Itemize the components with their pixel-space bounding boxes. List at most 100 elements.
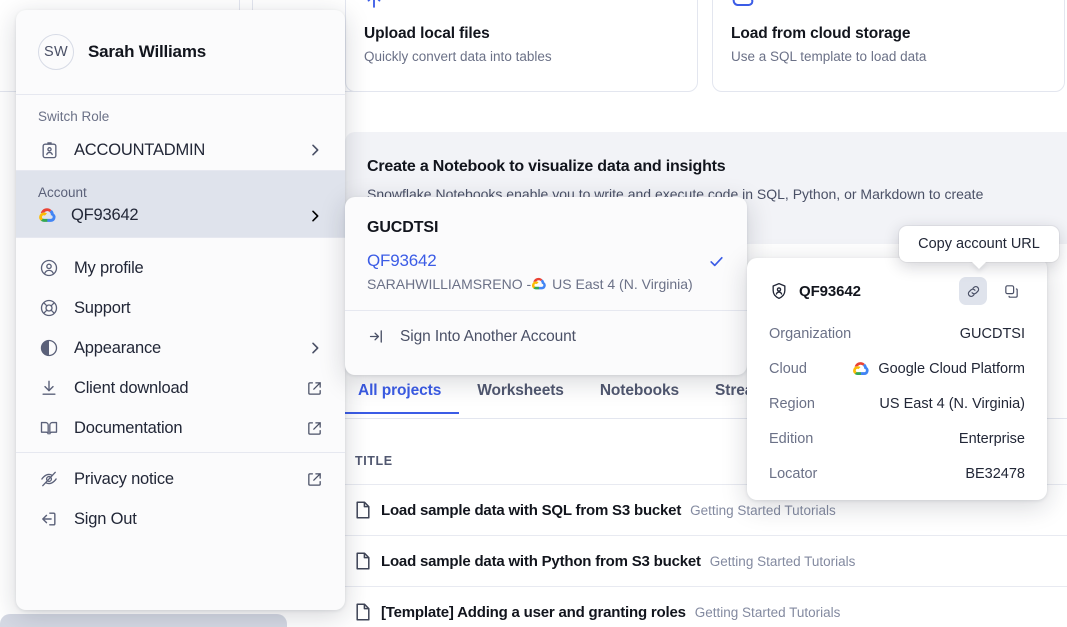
- upload-arrow-icon: [364, 0, 679, 11]
- account-detail-row-cloud: Cloud Google Cloud Platform: [769, 351, 1025, 386]
- detail-key: Organization: [769, 325, 852, 342]
- life-buoy-icon: [38, 297, 60, 319]
- detail-value-wrap: Google Cloud Platform: [852, 360, 1025, 378]
- switch-role-section: Switch Role ACCOUNTADMIN: [16, 95, 345, 170]
- menu-item-label: Client download: [74, 378, 189, 397]
- detail-key: Region: [769, 395, 815, 412]
- detail-value: GUCDTSI: [959, 325, 1025, 342]
- tab-all-projects[interactable]: All projects: [340, 382, 460, 414]
- menu-item-label: Support: [74, 298, 131, 317]
- account-details-header: QF93642: [769, 276, 1025, 306]
- account-submenu-item[interactable]: QF93642 SARAHWILLIAMSRENO - US East 4 (N…: [345, 237, 747, 310]
- user-dropdown-menu: SW Sarah Williams Switch Role ACCOUNTADM…: [16, 10, 345, 610]
- table-row[interactable]: [Template] Adding a user and granting ro…: [345, 586, 1067, 627]
- account-row: QF93642: [16, 202, 345, 225]
- menu-item-support[interactable]: Support: [16, 288, 345, 328]
- account-submenu-account-name: QF93642: [367, 251, 437, 270]
- account-label: Account: [38, 185, 87, 200]
- sign-in-icon: [367, 327, 386, 346]
- column-header-title: TITLE: [355, 454, 393, 468]
- eye-off-icon: [38, 468, 60, 490]
- menu-group-primary: My profile Support Appearance Client dow…: [16, 238, 345, 452]
- detail-key: Edition: [769, 430, 814, 447]
- detail-key: Cloud: [769, 360, 807, 377]
- table-row[interactable]: Load sample data with Python from S3 buc…: [345, 535, 1067, 586]
- external-link-icon: [306, 380, 323, 397]
- menu-item-label: Privacy notice: [74, 469, 174, 488]
- avatar: SW: [38, 34, 74, 70]
- quick-action-card-upload[interactable]: Upload local files Quickly convert data …: [345, 0, 698, 92]
- document-icon: [355, 552, 381, 570]
- chevron-right-icon: [307, 208, 323, 224]
- menu-item-sign-out[interactable]: Sign Out: [16, 499, 345, 539]
- sign-out-icon: [38, 508, 60, 530]
- quick-action-subtitle: Use a SQL template to load data: [731, 49, 927, 64]
- account-detail-row-region: Region US East 4 (N. Virginia): [769, 386, 1025, 421]
- tooltip-copy-account-url: Copy account URL: [899, 226, 1059, 262]
- document-icon: [355, 501, 381, 519]
- account-detail-row-organization: Organization GUCDTSI: [769, 316, 1025, 351]
- bottom-panel-chip: [0, 614, 287, 627]
- document-icon: [355, 603, 381, 621]
- chevron-right-icon: [307, 142, 323, 158]
- menu-item-my-profile[interactable]: My profile: [16, 248, 345, 288]
- menu-item-label: My profile: [74, 258, 144, 277]
- menu-item-client-download[interactable]: Client download: [16, 368, 345, 408]
- google-cloud-icon: [38, 206, 57, 225]
- row-meta: Getting Started Tutorials: [694, 604, 841, 620]
- account-submenu-sub-region: US East 4 (N. Virginia): [552, 276, 693, 292]
- detail-value: Google Cloud Platform: [878, 360, 1025, 377]
- row-meta: Getting Started Tutorials: [690, 502, 836, 518]
- menu-item-appearance[interactable]: Appearance: [16, 328, 345, 368]
- tab-worksheets[interactable]: Worksheets: [459, 382, 582, 412]
- account-details-card: QF93642 Organization GUCDTSI Cloud Googl…: [747, 258, 1047, 500]
- account-detail-row-locator: Locator BE32478: [769, 456, 1025, 491]
- row-title: Load sample data with Python from S3 buc…: [381, 552, 701, 570]
- account-detail-row-edition: Edition Enterprise: [769, 421, 1025, 456]
- menu-item-label: Sign Out: [74, 509, 137, 528]
- google-cloud-icon: [852, 360, 870, 378]
- book-icon: [38, 417, 60, 439]
- menu-item-account[interactable]: Account QF93642: [16, 171, 345, 237]
- user-name: Sarah Williams: [88, 42, 206, 61]
- cloud-icon: [731, 0, 1046, 11]
- quick-action-title: Upload local files: [364, 25, 490, 42]
- account-submenu-item-top: QF93642: [367, 251, 725, 271]
- google-cloud-icon: [531, 276, 547, 292]
- menu-group-secondary: Privacy notice Sign Out: [16, 453, 345, 549]
- detail-value: Enterprise: [958, 430, 1025, 447]
- contrast-icon: [38, 337, 60, 359]
- account-details-title: QF93642: [799, 282, 861, 300]
- role-badge-icon: [38, 139, 60, 161]
- check-icon: [708, 253, 725, 270]
- account-details-rows: Organization GUCDTSI Cloud Google Cloud …: [769, 316, 1025, 491]
- row-meta: Getting Started Tutorials: [709, 553, 856, 569]
- notebook-banner-title: Create a Notebook to visualize data and …: [367, 158, 726, 175]
- switch-role-label: Switch Role: [38, 109, 110, 124]
- sign-into-another-account-label: Sign Into Another Account: [400, 327, 576, 345]
- tooltip-arrow: [971, 261, 987, 269]
- app-root: Upload local files Quickly convert data …: [0, 0, 1067, 627]
- quick-action-subtitle: Quickly convert data into tables: [364, 49, 552, 64]
- download-icon: [38, 377, 60, 399]
- menu-item-label: Documentation: [74, 418, 183, 437]
- menu-item-documentation[interactable]: Documentation: [16, 408, 345, 448]
- detail-value: BE32478: [965, 465, 1025, 482]
- account-submenu: GUCDTSI QF93642 SARAHWILLIAMSRENO - US E…: [345, 197, 747, 375]
- tab-notebooks[interactable]: Notebooks: [582, 382, 697, 412]
- copy-link-icon[interactable]: [959, 277, 987, 305]
- quick-action-card-cloud[interactable]: Load from cloud storage Use a SQL templa…: [712, 0, 1065, 92]
- account-submenu-account-sub: SARAHWILLIAMSRENO - US East 4 (N. Virgin…: [367, 276, 725, 292]
- user-circle-icon: [38, 257, 60, 279]
- menu-item-switch-role[interactable]: ACCOUNTADMIN: [16, 130, 345, 170]
- detail-key: Locator: [769, 465, 818, 482]
- row-title: [Template] Adding a user and granting ro…: [381, 603, 686, 621]
- sign-into-another-account-item[interactable]: Sign Into Another Account: [345, 311, 747, 362]
- chevron-right-icon: [307, 340, 323, 356]
- copy-icon[interactable]: [997, 277, 1025, 305]
- detail-value: US East 4 (N. Virginia): [879, 395, 1025, 412]
- row-title: Load sample data with SQL from S3 bucket: [381, 501, 682, 519]
- menu-item-label: Appearance: [74, 338, 161, 357]
- quick-action-title: Load from cloud storage: [731, 25, 911, 42]
- menu-item-privacy-notice[interactable]: Privacy notice: [16, 459, 345, 499]
